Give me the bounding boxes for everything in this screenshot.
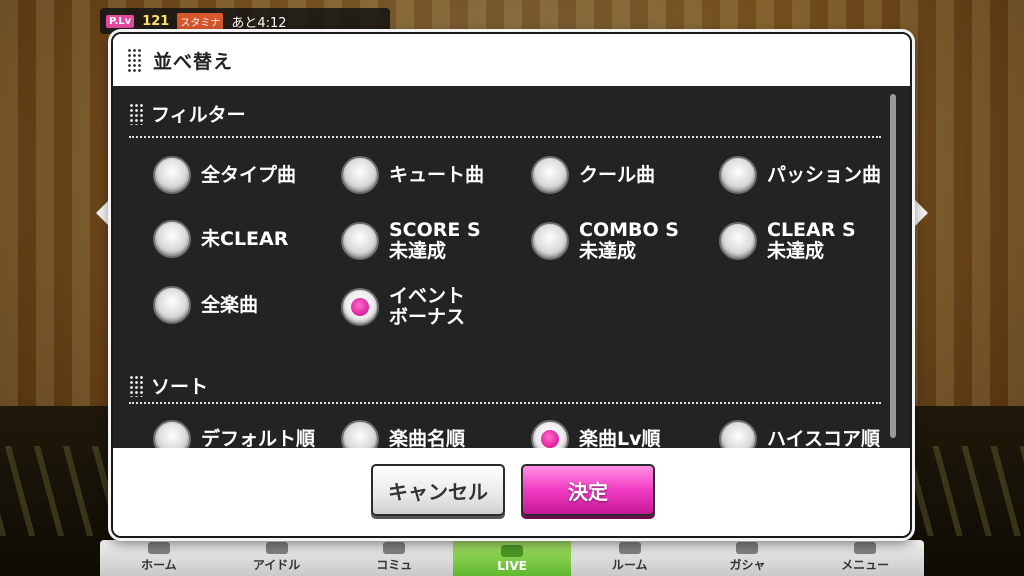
filter-option-all-types[interactable]: 全タイプ曲 [153,156,296,194]
menu-icon [854,542,877,554]
filter-option-not-clear[interactable]: 未CLEAR [153,220,288,258]
radio-button[interactable] [153,156,191,194]
radio-button[interactable] [153,220,191,258]
scrollbar[interactable] [890,94,896,438]
nav-label: ガシャ [729,558,766,572]
speech-bubble-icon [383,542,406,554]
option-label: SCORE S 未達成 [389,219,481,262]
filter-option-passion[interactable]: パッション曲 [719,156,881,194]
radio-button[interactable] [719,420,757,448]
radio-button-selected[interactable] [531,420,569,448]
filter-option-score-s[interactable]: SCORE S 未達成 [341,220,481,262]
filter-option-cute[interactable]: キュート曲 [341,156,484,194]
filter-option-combo-s[interactable]: COMBO S 未達成 [531,220,679,262]
sort-option-title[interactable]: 楽曲名順 [341,420,465,448]
option-label: パッション曲 [767,163,882,186]
option-label: クール曲 [579,163,656,186]
option-label: ハイスコア順 [767,427,881,448]
nav-home[interactable]: ホーム [100,540,218,576]
radio-button-selected[interactable] [341,288,379,326]
stamina-recovery-time: あと4:12 [231,15,287,31]
dialog-body[interactable]: フィルター 全タイプ曲 キュート曲 クール曲 パッション曲 未CLEAR SCO… [113,86,910,448]
nav-label: LIVE [497,559,527,573]
nav-label: ホーム [141,558,177,572]
next-arrow-icon[interactable] [910,195,928,231]
radio-button[interactable] [153,420,191,448]
nav-live[interactable]: LIVE [453,540,571,576]
dotted-bullet-icon [129,102,143,125]
room-icon [618,542,641,554]
radio-button[interactable] [341,420,379,448]
bottom-nav: ホーム アイドル コミュ LIVE ルーム ガシャ メニュー [100,540,924,576]
nav-menu[interactable]: メニュー [806,540,924,576]
radio-button[interactable] [153,286,191,324]
filter-option-all-songs[interactable]: 全楽曲 [153,286,258,324]
stamina-badge: スタミナ [177,12,224,30]
dialog-footer: キャンセル 決定 [113,448,910,536]
player-level-value: 121 [142,13,170,29]
radio-button[interactable] [341,156,379,194]
filter-section-header: フィルター [129,100,881,127]
home-icon [147,542,170,554]
idol-icon [265,542,288,554]
gacha-icon [736,542,759,554]
sort-section-header: ソート [129,372,881,399]
radio-button[interactable] [531,156,569,194]
sort-section-title: ソート [151,376,209,398]
dialog-header: 並べ替え [113,34,910,86]
option-label: 全楽曲 [201,293,259,316]
radio-button[interactable] [719,156,757,194]
filter-divider [129,136,881,138]
option-label: イベント ボーナス [389,285,466,328]
status-bar: P.Lv 121 スタミナ あと4:12 [100,8,390,34]
scrollbar-thumb[interactable] [890,94,896,438]
nav-commu[interactable]: コミュ [335,540,453,576]
confirm-button[interactable]: 決定 [521,464,655,516]
option-label: キュート曲 [389,163,485,186]
nav-gacha[interactable]: ガシャ [689,540,807,576]
dotted-bullet-icon [127,48,141,72]
radio-button[interactable] [531,222,569,260]
filter-option-event-bonus[interactable]: イベント ボーナス [341,286,465,328]
option-label: COMBO S 未達成 [579,219,679,262]
sort-divider [129,402,881,404]
option-label: CLEAR S 未達成 [767,219,856,262]
option-label: 楽曲名順 [389,427,466,448]
dialog-title: 並べ替え [153,50,234,73]
sort-option-default[interactable]: デフォルト順 [153,420,315,448]
cancel-button[interactable]: キャンセル [371,464,505,516]
nav-label: コミュ [376,558,413,572]
sort-dialog: 並べ替え フィルター 全タイプ曲 キュート曲 クール曲 パッション曲 未CLEA… [111,32,912,538]
option-label: 楽曲Lv順 [579,427,661,448]
option-label: 未CLEAR [201,227,289,250]
nav-room[interactable]: ルーム [571,540,689,576]
filter-option-clear-s[interactable]: CLEAR S 未達成 [719,220,856,262]
sort-option-level[interactable]: 楽曲Lv順 [531,420,661,448]
sort-option-highscore[interactable]: ハイスコア順 [719,420,880,448]
option-label: 全タイプ曲 [201,163,297,186]
nav-label: アイドル [252,558,301,572]
player-level-badge: P.Lv [106,14,135,28]
filter-option-cool[interactable]: クール曲 [531,156,655,194]
nav-label: メニュー [841,558,890,572]
filter-section-title: フィルター [151,104,246,126]
nav-idol[interactable]: アイドル [218,540,336,576]
option-label: デフォルト順 [201,427,316,448]
dotted-bullet-icon [129,374,143,397]
nav-label: ルーム [611,558,648,572]
live-icon [501,545,524,557]
radio-button[interactable] [719,222,757,260]
radio-button[interactable] [341,222,379,260]
